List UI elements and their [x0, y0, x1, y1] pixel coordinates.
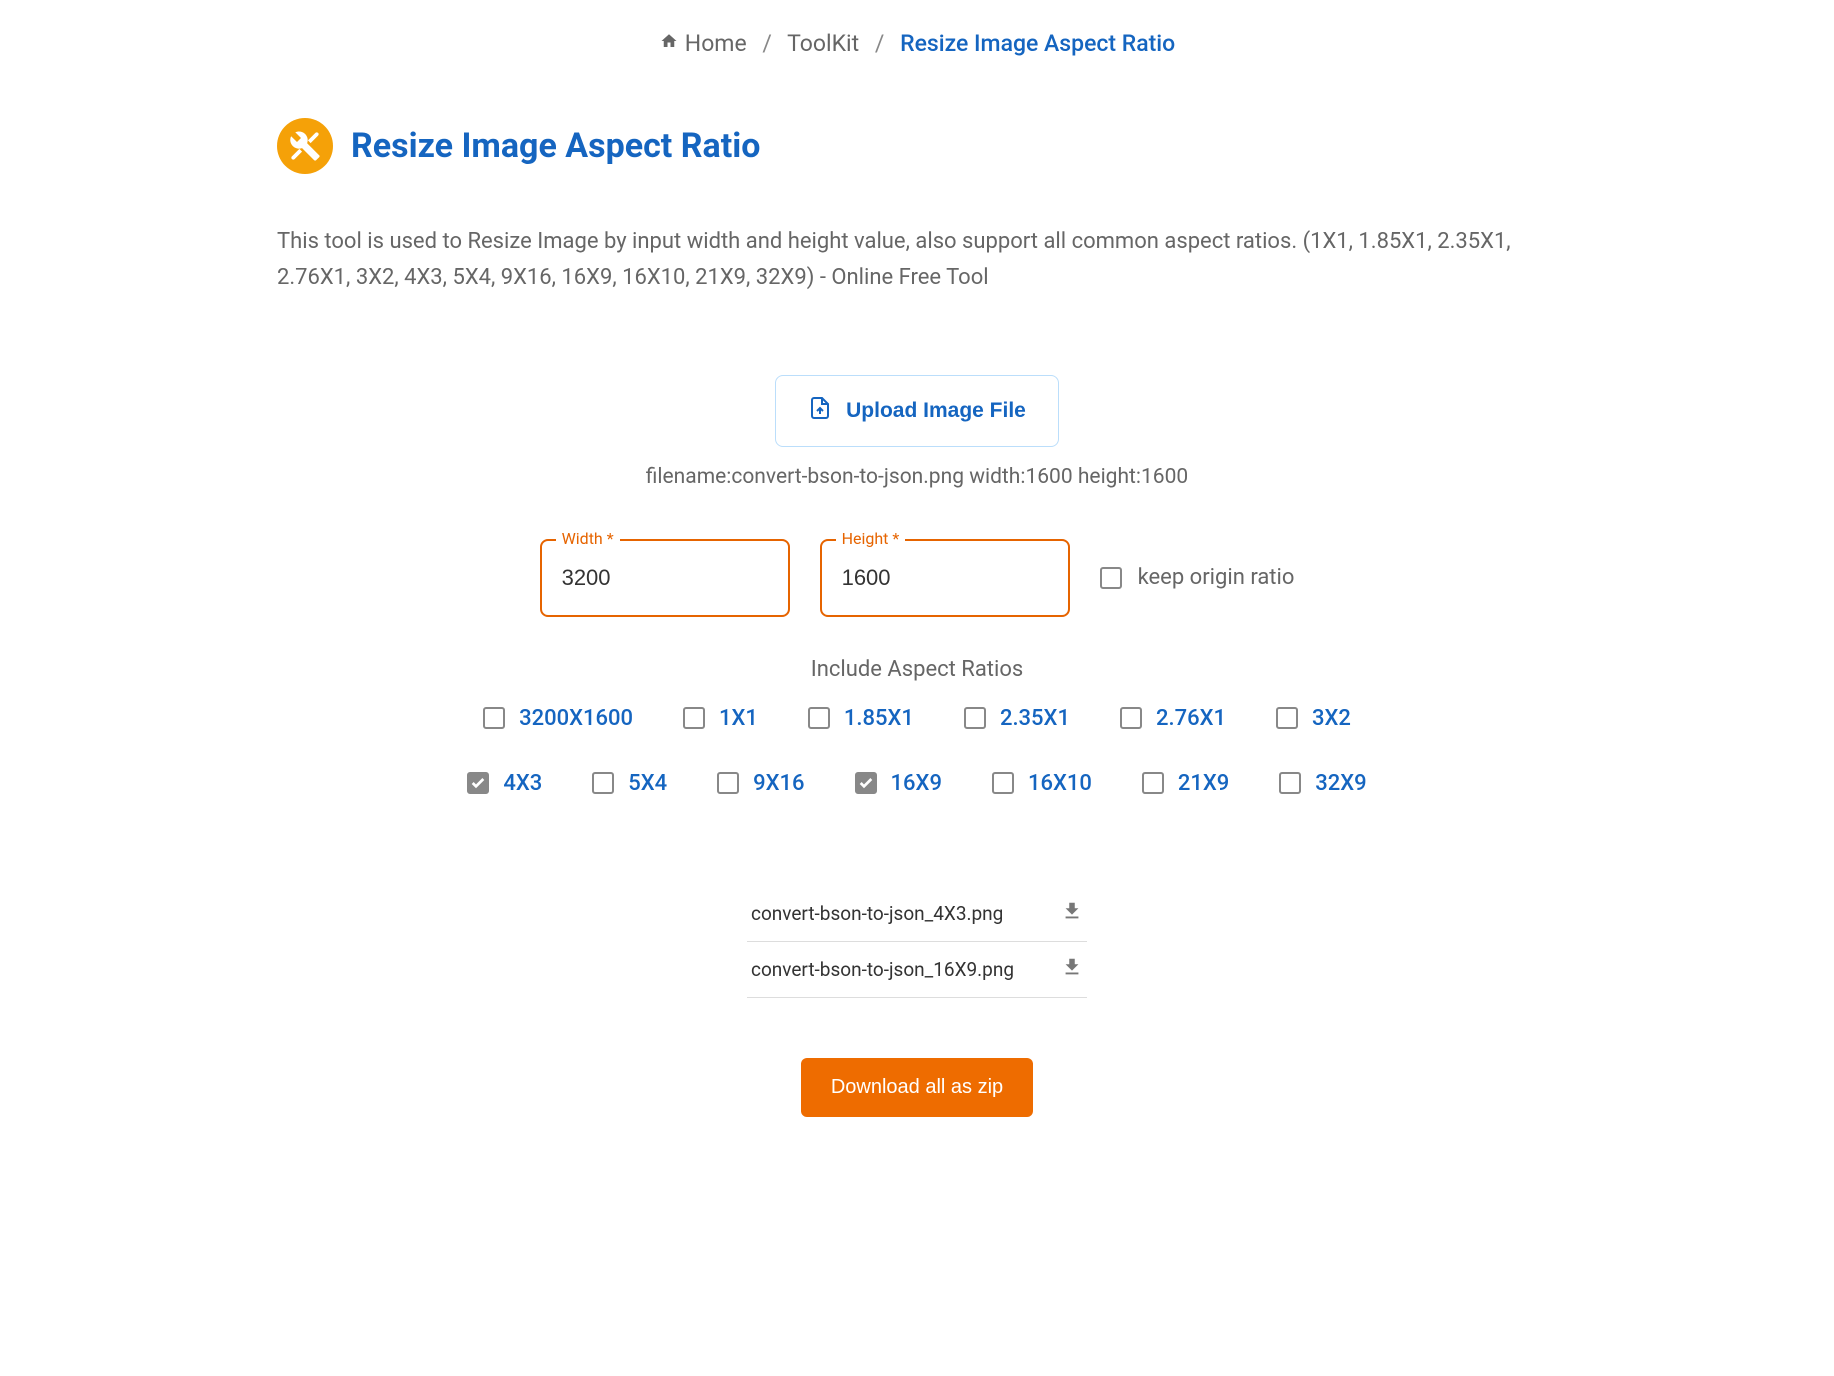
- ratio-item[interactable]: 32X9: [1279, 771, 1366, 796]
- ratio-checkbox[interactable]: [467, 772, 489, 794]
- keep-ratio-label: keep origin ratio: [1138, 565, 1295, 590]
- ratio-item[interactable]: 16X10: [992, 771, 1092, 796]
- ratio-label: 2.76X1: [1156, 706, 1226, 731]
- ratio-item[interactable]: 2.76X1: [1120, 706, 1226, 731]
- ratios-section-title: Include Aspect Ratios: [277, 657, 1557, 682]
- ratio-checkbox[interactable]: [1276, 707, 1298, 729]
- result-row: convert-bson-to-json_16X9.png: [747, 942, 1087, 998]
- ratio-checkbox[interactable]: [1279, 772, 1301, 794]
- ratio-item[interactable]: 3X2: [1276, 706, 1351, 731]
- ratio-item[interactable]: 3200X1600: [483, 706, 633, 731]
- ratio-item[interactable]: 1X1: [683, 706, 758, 731]
- ratio-label: 4X3: [503, 771, 542, 796]
- ratio-item[interactable]: 5X4: [592, 771, 667, 796]
- page-title: Resize Image Aspect Ratio: [351, 126, 760, 166]
- results-list: convert-bson-to-json_4X3.png convert-bson…: [747, 886, 1087, 998]
- upload-file-icon: [808, 394, 832, 428]
- ratio-label: 5X4: [628, 771, 667, 796]
- height-label: Height *: [836, 529, 906, 548]
- breadcrumb-separator: /: [762, 30, 772, 57]
- width-label: Width *: [556, 529, 620, 548]
- keep-ratio-checkbox[interactable]: [1100, 567, 1122, 589]
- ratio-label: 16X10: [1028, 771, 1092, 796]
- download-icon[interactable]: [1061, 956, 1083, 983]
- ratio-label: 1.85X1: [844, 706, 914, 731]
- home-icon: [659, 29, 679, 56]
- upload-button[interactable]: Upload Image File: [775, 375, 1059, 447]
- height-field-wrapper: Height *: [820, 539, 1070, 617]
- tools-icon: [277, 118, 333, 174]
- ratio-label: 21X9: [1178, 771, 1229, 796]
- ratio-checkbox[interactable]: [717, 772, 739, 794]
- ratio-item[interactable]: 1.85X1: [808, 706, 914, 731]
- ratio-checkbox[interactable]: [683, 707, 705, 729]
- breadcrumb-separator: /: [875, 30, 885, 57]
- breadcrumb-toolkit[interactable]: ToolKit: [787, 30, 859, 57]
- result-filename: convert-bson-to-json_4X3.png: [751, 902, 1003, 925]
- ratio-label: 3200X1600: [519, 706, 633, 731]
- uploaded-file-info: filename:convert-bson-to-json.png width:…: [277, 465, 1557, 489]
- ratio-label: 32X9: [1315, 771, 1366, 796]
- height-input[interactable]: [820, 539, 1070, 617]
- ratio-checkbox[interactable]: [592, 772, 614, 794]
- ratio-item[interactable]: 16X9: [855, 771, 942, 796]
- page-description: This tool is used to Resize Image by inp…: [277, 224, 1557, 294]
- ratio-item[interactable]: 9X16: [717, 771, 804, 796]
- download-icon[interactable]: [1061, 900, 1083, 927]
- width-input[interactable]: [540, 539, 790, 617]
- upload-button-label: Upload Image File: [846, 399, 1026, 423]
- ratio-checkbox[interactable]: [483, 707, 505, 729]
- ratio-checkbox[interactable]: [1120, 707, 1142, 729]
- ratios-grid: 3200X1600 1X1 1.85X1 2.35X1 2.76X1 3X2 4X3 5X4 9…: [457, 706, 1377, 796]
- ratio-checkbox[interactable]: [855, 772, 877, 794]
- breadcrumb-current: Resize Image Aspect Ratio: [900, 30, 1175, 57]
- width-field-wrapper: Width *: [540, 539, 790, 617]
- ratio-item[interactable]: 21X9: [1142, 771, 1229, 796]
- breadcrumb-home[interactable]: Home: [685, 30, 747, 57]
- ratio-checkbox[interactable]: [808, 707, 830, 729]
- ratio-label: 9X16: [753, 771, 804, 796]
- ratio-checkbox[interactable]: [992, 772, 1014, 794]
- ratio-checkbox[interactable]: [964, 707, 986, 729]
- ratio-label: 3X2: [1312, 706, 1351, 731]
- ratio-item[interactable]: 4X3: [467, 771, 542, 796]
- ratio-label: 1X1: [719, 706, 758, 731]
- ratio-label: 2.35X1: [1000, 706, 1070, 731]
- result-row: convert-bson-to-json_4X3.png: [747, 886, 1087, 942]
- breadcrumb: Home / ToolKit / Resize Image Aspect Rat…: [277, 30, 1557, 58]
- ratio-checkbox[interactable]: [1142, 772, 1164, 794]
- ratio-item[interactable]: 2.35X1: [964, 706, 1070, 731]
- ratio-label: 16X9: [891, 771, 942, 796]
- download-all-button[interactable]: Download all as zip: [801, 1058, 1033, 1117]
- keep-ratio-toggle[interactable]: keep origin ratio: [1100, 565, 1295, 590]
- result-filename: convert-bson-to-json_16X9.png: [751, 958, 1014, 981]
